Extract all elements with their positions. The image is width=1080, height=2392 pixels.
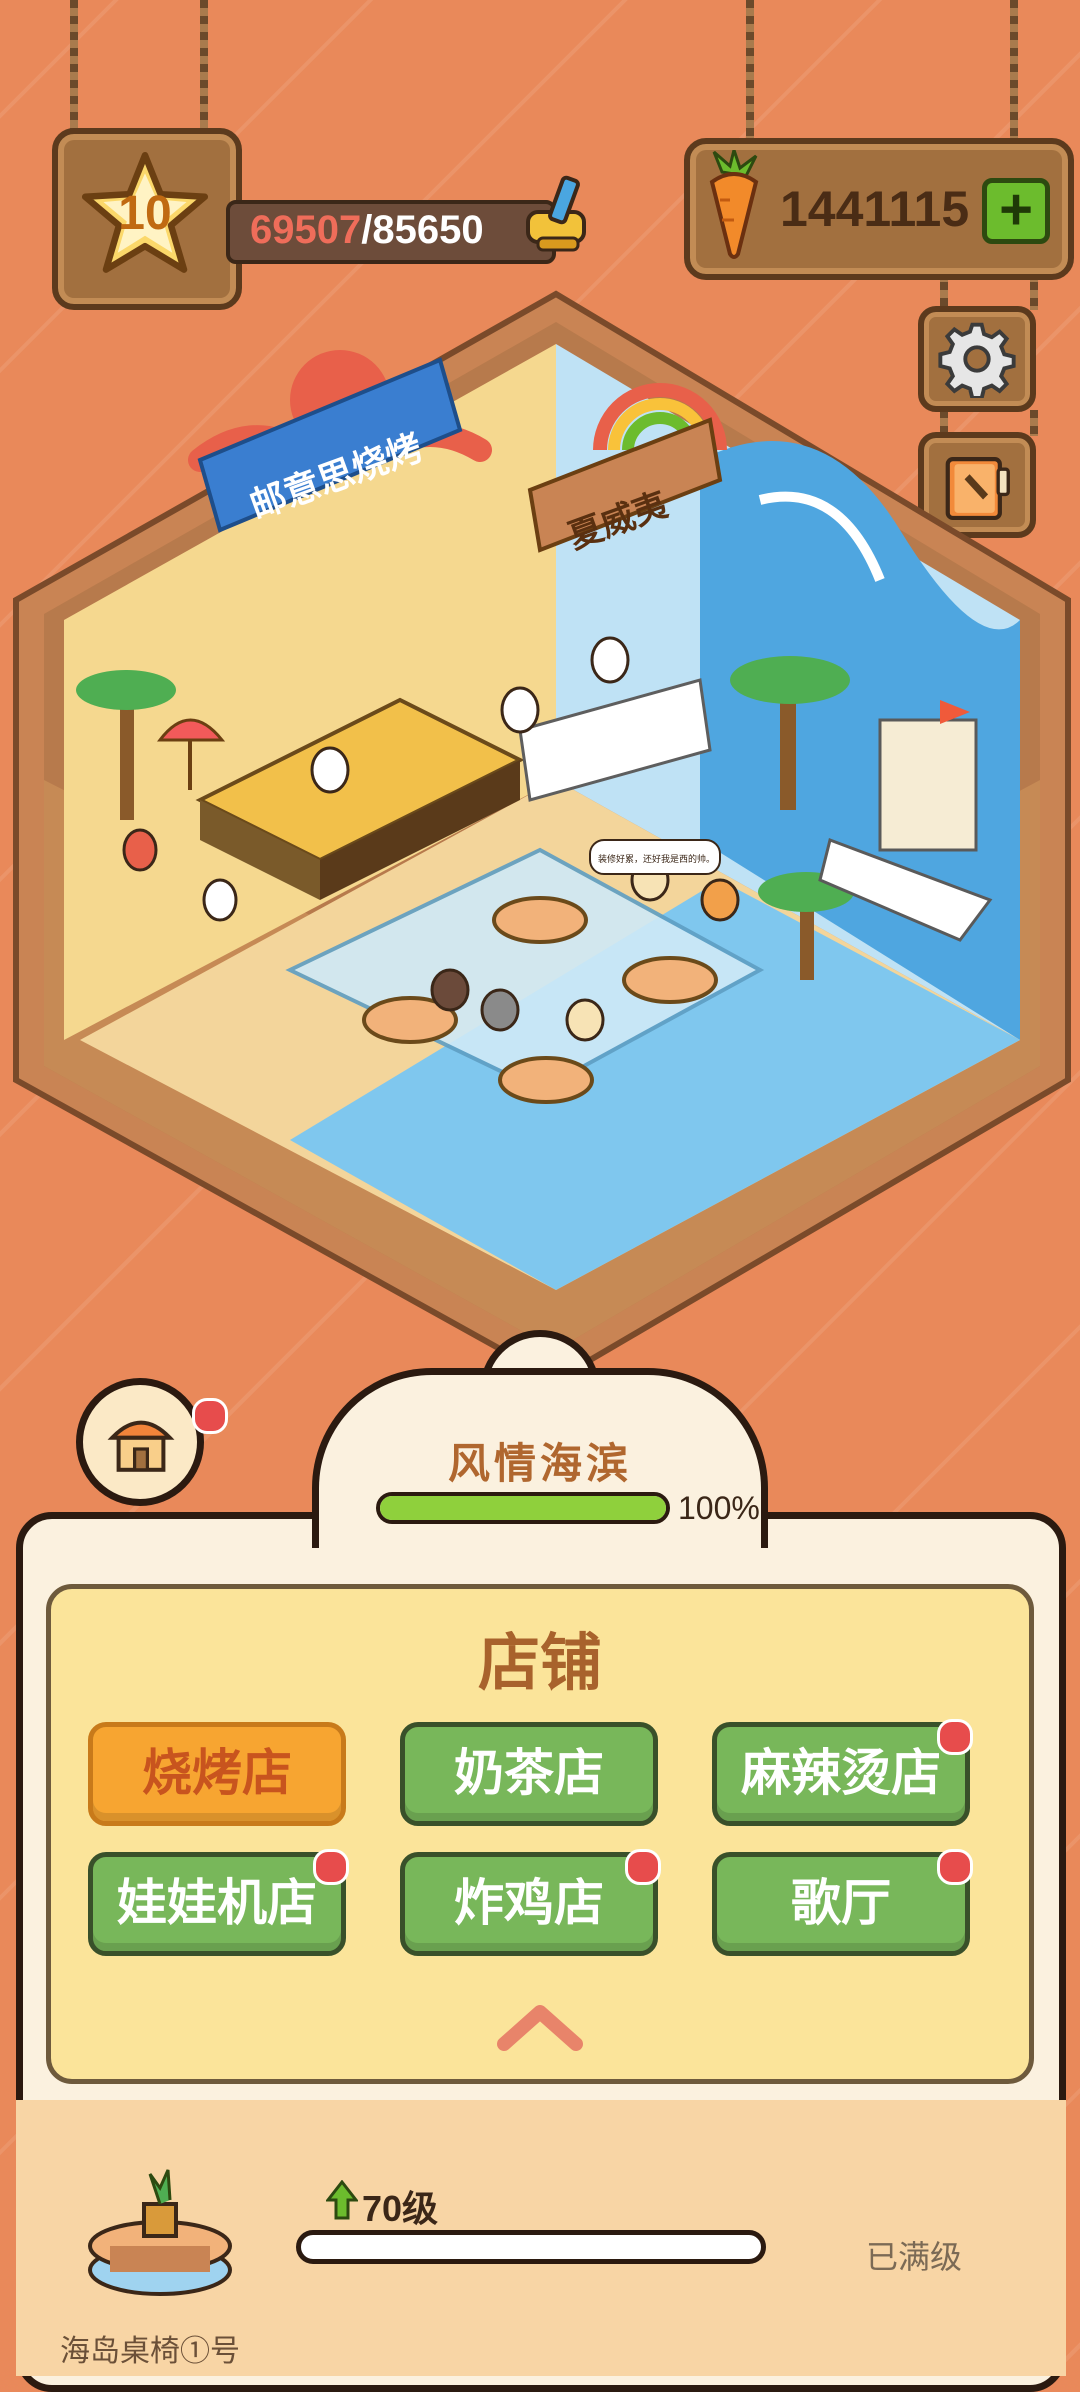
- notification-dot: [313, 1849, 349, 1885]
- restaurant-scene: 邮意思烧烤 夏威夷 装修好累，还好我是西的帅。: [13, 290, 1071, 1380]
- area-progress-bar: [376, 1492, 670, 1524]
- level-number: 10: [118, 187, 172, 240]
- xp-separator: /: [361, 208, 373, 252]
- shop-title: 店铺: [477, 1629, 602, 1698]
- shop-button-label: 奶茶店: [454, 1745, 604, 1801]
- notification-dot: [625, 1849, 661, 1885]
- carrot-count: 1441115: [780, 181, 970, 237]
- add-currency-button[interactable]: +: [982, 178, 1050, 244]
- shop-button-5[interactable]: 歌厅: [712, 1849, 973, 1956]
- area-progress-fill: [380, 1496, 666, 1520]
- shop-button-label: 麻辣烫店: [741, 1745, 941, 1801]
- area-name: 风情海滨: [447, 1440, 632, 1487]
- rope-decoration: [70, 0, 78, 134]
- item-name: 海岛桌椅①号: [60, 2335, 240, 2368]
- shop-button-1[interactable]: 奶茶店: [400, 1722, 658, 1826]
- shop-button-4[interactable]: 炸鸡店: [400, 1849, 661, 1956]
- xp-max: 85650: [372, 208, 484, 252]
- house-icon: [107, 1420, 175, 1472]
- notification-dot: [937, 1849, 973, 1885]
- island-table-icon[interactable]: [70, 2160, 250, 2310]
- max-level-label: 已满级: [866, 2239, 963, 2275]
- area-progress-label: 100%: [678, 1490, 760, 1526]
- shop-house-button[interactable]: [76, 1378, 204, 1506]
- chevron-up-icon[interactable]: [496, 2002, 584, 2052]
- shop-button-3[interactable]: 娃娃机店: [88, 1849, 349, 1956]
- shop-button-2[interactable]: 麻辣烫店: [712, 1719, 973, 1826]
- level-up-arrow-icon: [326, 2180, 358, 2220]
- rope-decoration: [200, 0, 208, 134]
- carrot-icon: [709, 150, 759, 259]
- item-level: 70级: [362, 2188, 439, 2229]
- xp-text: 69507/85650: [250, 208, 484, 253]
- rope-decoration: [746, 0, 754, 144]
- xp-current: 69507: [250, 208, 362, 252]
- rope-decoration: [1010, 0, 1018, 144]
- hammer-icon[interactable]: [520, 172, 600, 262]
- speech-bubble: 装修好累，还好我是西的帅。: [589, 839, 721, 875]
- speech-bubble-text: 装修好累，还好我是西的帅。: [598, 853, 715, 864]
- item-level-bar: [296, 2230, 766, 2264]
- shop-button-label: 烧烤店: [142, 1745, 292, 1801]
- shop-button-label: 炸鸡店: [454, 1875, 604, 1931]
- notification-dot: [937, 1719, 973, 1755]
- notification-dot: [192, 1398, 228, 1434]
- shop-button-label: 歌厅: [791, 1875, 891, 1931]
- shop-button-label: 娃娃机店: [117, 1875, 317, 1931]
- shop-button-0[interactable]: 烧烤店: [88, 1722, 346, 1826]
